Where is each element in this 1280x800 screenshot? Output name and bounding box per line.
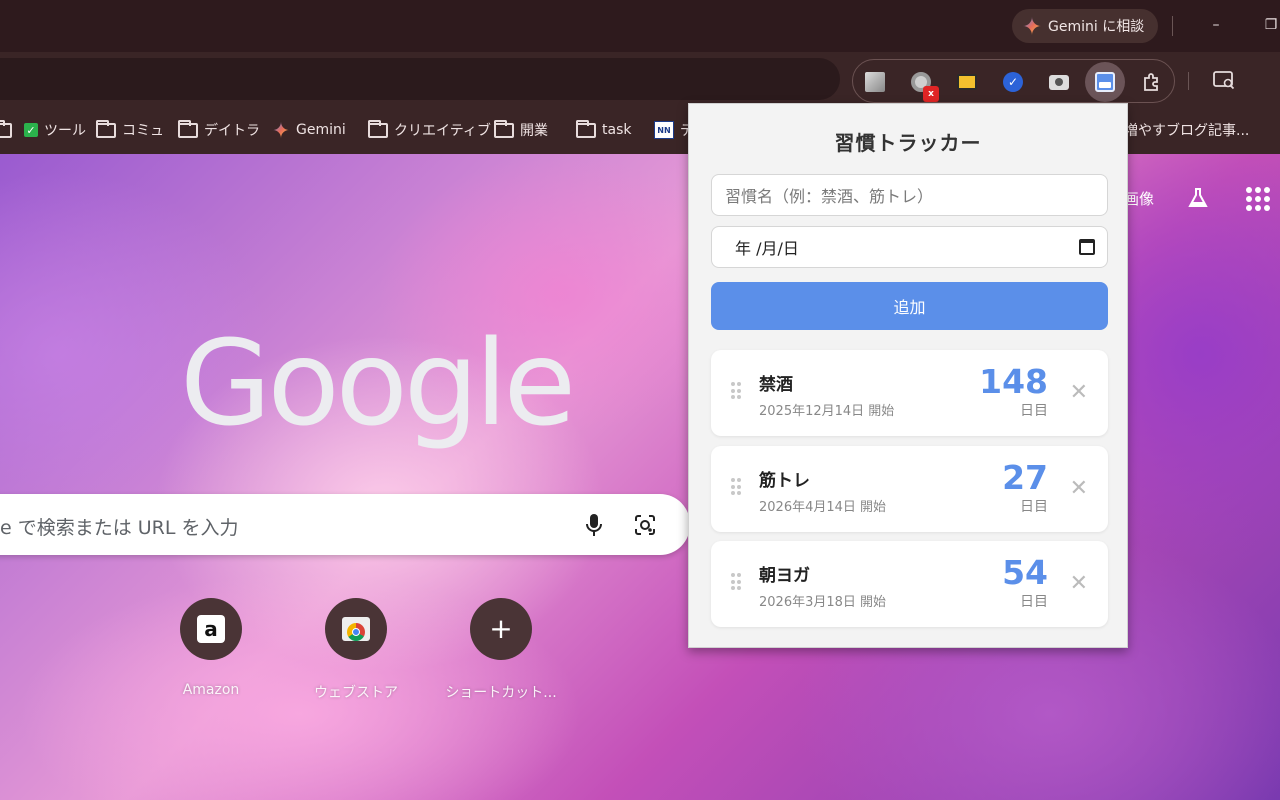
shortcut-amazon[interactable]: a Amazon — [141, 598, 281, 698]
habit-card[interactable]: 筋トレ 2026年4月14日 開始 27 日目 ✕ — [711, 446, 1108, 532]
bookmark-community[interactable]: コミュ — [96, 118, 164, 142]
bookmark-kaigyo[interactable]: 開業 — [494, 118, 548, 142]
delete-icon[interactable]: ✕ — [1070, 571, 1088, 596]
shortcut-label: Amazon — [182, 682, 240, 698]
lens-search-icon[interactable] — [632, 512, 658, 538]
bookmark-label: ツール — [44, 123, 86, 139]
delete-icon[interactable]: ✕ — [1070, 380, 1088, 405]
browser-toolbar: x ✓ — [0, 52, 1280, 106]
habit-name-placeholder: 習慣名（例：禁酒、筋トレ） — [725, 187, 934, 206]
check-icon: ✓ — [24, 123, 38, 137]
shortcut-icon-circle: + — [470, 598, 532, 660]
bookmark-creative[interactable]: クリエイティブ — [368, 118, 491, 142]
delete-icon[interactable]: ✕ — [1070, 476, 1088, 501]
shortcut-icon-circle — [325, 598, 387, 660]
calendar-ext-icon[interactable] — [1085, 62, 1125, 102]
minimize-button[interactable]: – — [1203, 12, 1229, 38]
check-circle-ext-icon[interactable]: ✓ — [999, 68, 1027, 96]
bookmark-label: コミュ — [122, 123, 164, 139]
folder-icon — [368, 119, 388, 138]
gemini-icon — [272, 121, 290, 139]
date-placeholder: 年 /月/日 — [735, 239, 799, 258]
folder-icon — [0, 119, 12, 138]
restore-button[interactable]: ❐ — [1258, 12, 1280, 38]
drag-handle-icon[interactable] — [731, 573, 741, 591]
camera-ext-icon[interactable] — [1045, 68, 1073, 96]
amazon-icon: a — [197, 615, 225, 643]
voice-search-icon[interactable] — [581, 512, 607, 538]
minimize-icon: – — [1212, 17, 1220, 33]
folder-icon — [576, 119, 596, 138]
shortcut-add[interactable]: + ショートカット... — [431, 598, 571, 702]
folder-ext-icon[interactable] — [953, 68, 981, 96]
habit-day-count: 27 — [1002, 458, 1048, 497]
bookmark-label: クリエイティブ — [394, 123, 491, 139]
bookmark-folder-partial[interactable] — [0, 118, 12, 142]
toolbar-divider — [1188, 72, 1189, 90]
bookmark-label: 増やすブログ記事... — [1124, 123, 1250, 139]
habit-card[interactable]: 禁酒 2025年12月14日 開始 148 日目 ✕ — [711, 350, 1108, 436]
habit-name: 筋トレ — [759, 471, 810, 491]
habit-start-date: 2025年12月14日 開始 — [759, 404, 895, 419]
popup-title: 習慣トラッカー — [834, 131, 982, 155]
bookmark-gemini[interactable]: Gemini — [272, 118, 346, 142]
gemini-label: Gemini に相談 — [1048, 19, 1145, 35]
habit-start-date: 2026年4月14日 開始 — [759, 500, 887, 515]
restore-icon: ❐ — [1264, 17, 1278, 33]
bookmark-label: デイトラ — [204, 123, 260, 139]
bookmark-label: task — [602, 122, 632, 138]
habit-name-input[interactable]: 習慣名（例：禁酒、筋トレ） — [711, 174, 1108, 216]
gray-square-ext-icon[interactable] — [861, 68, 889, 96]
titlebar-divider — [1172, 16, 1173, 36]
plus-icon: + — [489, 612, 513, 645]
bookmark-label: Gemini — [296, 122, 346, 138]
bookmark-task[interactable]: task — [576, 118, 631, 142]
habit-day-unit: 日目 — [1020, 499, 1048, 515]
drag-handle-icon[interactable] — [731, 478, 741, 496]
folder-icon — [494, 119, 514, 138]
search-tabs-icon[interactable] — [1210, 66, 1238, 94]
title-bar: Gemini に相談 – ❐ — [0, 0, 1280, 52]
start-date-input[interactable]: 年 /月/日 — [711, 226, 1108, 268]
bookmark-label: 開業 — [520, 123, 548, 139]
habit-name: 禁酒 — [759, 375, 793, 395]
drag-handle-icon[interactable] — [731, 382, 741, 400]
chrome-webstore-icon — [342, 617, 370, 641]
habit-name: 朝ヨガ — [759, 566, 810, 586]
gemini-button[interactable]: Gemini に相談 — [1012, 9, 1159, 43]
ext-badge: x — [923, 86, 939, 102]
add-button[interactable]: 追加 — [711, 282, 1108, 330]
record-ext-icon[interactable]: x — [907, 68, 939, 102]
shortcut-label: ウェブストア — [314, 685, 398, 701]
calendar-icon[interactable] — [1079, 239, 1095, 255]
puzzle-icon[interactable] — [1137, 68, 1165, 96]
images-link[interactable]: 画像 — [1124, 188, 1154, 209]
labs-flask-icon[interactable] — [1186, 186, 1210, 214]
google-logo: Google — [180, 314, 576, 452]
shortcut-webstore[interactable]: ウェブストア — [286, 598, 426, 702]
habit-day-unit: 日目 — [1020, 594, 1048, 610]
habit-day-count: 54 — [1002, 553, 1048, 592]
extensions-area: x ✓ — [852, 59, 1175, 103]
habit-tracker-popup: 習慣トラッカー 習慣名（例：禁酒、筋トレ） 年 /月/日 追加 禁酒 2025年… — [688, 103, 1128, 648]
habit-day-count: 148 — [979, 362, 1048, 401]
search-placeholder: e で検索または URL を入力 — [0, 517, 239, 539]
bookmark-daytra[interactable]: デイトラ — [178, 118, 260, 142]
folder-icon — [178, 119, 198, 138]
search-box[interactable]: e で検索または URL を入力 — [0, 494, 690, 555]
habit-day-unit: 日目 — [1020, 403, 1048, 419]
habit-start-date: 2026年3月18日 開始 — [759, 595, 887, 610]
shortcut-icon-circle: a — [180, 598, 242, 660]
google-apps-icon[interactable] — [1246, 187, 1270, 211]
folder-icon — [96, 119, 116, 138]
bookmark-blog[interactable]: 増やすブログ記事... — [1124, 118, 1249, 142]
bookmark-tools[interactable]: ✓ ツール — [24, 118, 86, 142]
gemini-icon — [1023, 17, 1041, 35]
shortcut-label: ショートカット... — [445, 685, 557, 701]
site-favicon-icon: NN — [654, 121, 674, 139]
habit-card[interactable]: 朝ヨガ 2026年3月18日 開始 54 日目 ✕ — [711, 541, 1108, 627]
address-bar[interactable] — [0, 58, 840, 100]
